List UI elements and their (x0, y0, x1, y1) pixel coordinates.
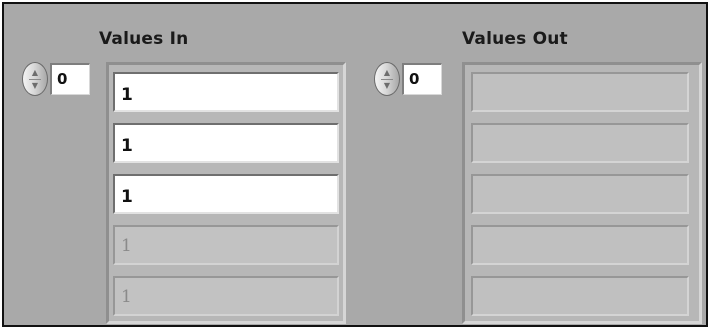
values-in-element-1[interactable]: 1 (113, 123, 339, 163)
values-out-index-spinner[interactable]: ▲ ▼ (374, 62, 400, 96)
values-in-array: 1 1 1 1 1 (106, 62, 346, 324)
values-out-element-3 (471, 225, 689, 265)
values-out-element-0 (471, 72, 689, 112)
values-out-element-1 (471, 123, 689, 163)
values-in-index-field[interactable]: 0 (50, 63, 90, 95)
values-out-array (462, 62, 702, 324)
spinner-divider (29, 79, 41, 80)
values-in-element-3[interactable]: 1 (113, 225, 339, 265)
decrement-arrow-icon[interactable]: ▼ (375, 82, 399, 90)
spinner-divider (381, 79, 393, 80)
values-in-element-0[interactable]: 1 (113, 72, 339, 112)
values-in-element-4[interactable]: 1 (113, 276, 339, 316)
values-in-label: Values In (99, 29, 189, 49)
values-in-element-2[interactable]: 1 (113, 174, 339, 214)
increment-arrow-icon[interactable]: ▲ (23, 69, 47, 77)
values-out-element-4 (471, 276, 689, 316)
decrement-arrow-icon[interactable]: ▼ (23, 82, 47, 90)
values-out-index-control: ▲ ▼ 0 (374, 62, 448, 96)
values-in-index-control: ▲ ▼ 0 (22, 62, 96, 96)
values-out-index-field[interactable]: 0 (402, 63, 442, 95)
values-in-index-spinner[interactable]: ▲ ▼ (22, 62, 48, 96)
values-out-element-2 (471, 174, 689, 214)
values-out-label: Values Out (462, 29, 568, 49)
increment-arrow-icon[interactable]: ▲ (375, 69, 399, 77)
front-panel: Values In ▲ ▼ 0 1 1 1 1 1 Values Out ▲ ▼… (2, 2, 708, 327)
